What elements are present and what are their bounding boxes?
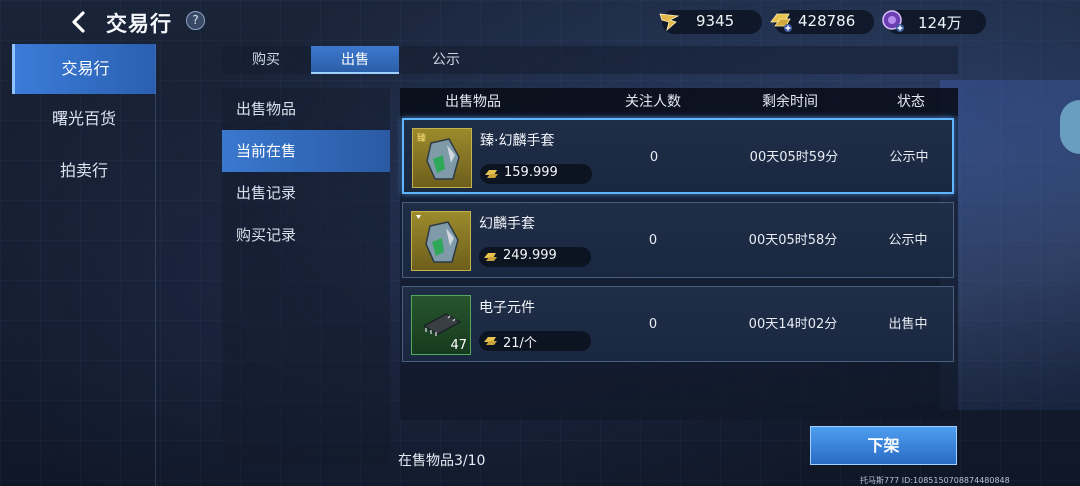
- item-name: 幻麟手套: [479, 216, 535, 232]
- status-text: 公示中: [889, 150, 929, 165]
- gold-bar-icon: [484, 337, 497, 345]
- currency-gold-bar[interactable]: 428786: [770, 10, 874, 34]
- on-sale-count: 在售物品3/10: [398, 453, 486, 469]
- nav-item-trading-house[interactable]: 交易行: [12, 44, 156, 94]
- quality-badge: 臻: [417, 134, 427, 144]
- tab-sell[interactable]: 出售: [311, 46, 399, 74]
- nav-item-dawn-store[interactable]: 曙光百货: [12, 94, 156, 144]
- submenu-on-sale[interactable]: 当前在售: [222, 130, 390, 172]
- item-thumbnail: 47: [411, 295, 471, 355]
- tab-buy[interactable]: 购买: [222, 46, 310, 74]
- item-name: 臻·幻麟手套: [480, 133, 555, 149]
- item-price: 21/个: [503, 336, 537, 351]
- currency-value: 124万: [918, 14, 962, 32]
- gold-bar-icon: [484, 253, 497, 261]
- top-bar: 交易行 ? 9345 428786 124万: [0, 0, 1080, 44]
- item-thumbnail: [411, 211, 471, 271]
- back-arrow-icon[interactable]: [68, 10, 92, 34]
- column-header: 出售物品: [445, 94, 501, 110]
- unlist-button[interactable]: 下架: [810, 426, 957, 465]
- watcher-count: 0: [648, 233, 658, 248]
- status-text: 出售中: [888, 317, 928, 332]
- sell-submenu: 出售物品 当前在售 出售记录 购买记录: [222, 88, 390, 464]
- left-nav: 交易行 曙光百货 拍卖行: [12, 44, 156, 486]
- purple-gem-add-icon: [882, 10, 904, 32]
- column-header: 剩余时间: [762, 94, 818, 110]
- currency-purple-gem[interactable]: 124万: [882, 10, 986, 34]
- gold-bar-icon: [485, 170, 498, 178]
- tab-bar: 购买 出售 公示: [222, 46, 958, 74]
- table-row[interactable]: 幻麟手套 249.999 0 00天05时58分 公示中: [402, 202, 954, 278]
- watcher-count: 0: [649, 150, 659, 165]
- item-name: 电子元件: [479, 300, 535, 316]
- item-price: 159.999: [504, 165, 558, 180]
- time-left: 00天05时59分: [749, 150, 839, 165]
- column-header: 关注人数: [625, 94, 681, 110]
- submenu-purchase-history[interactable]: 购买记录: [222, 214, 390, 256]
- tab-public[interactable]: 公示: [402, 46, 490, 74]
- table-row[interactable]: 臻 臻·幻麟手套 159.999 0 00天05时59分 公示中: [402, 118, 954, 194]
- page-title: 交易行: [106, 12, 172, 36]
- item-price: 249.999: [503, 248, 557, 263]
- submenu-sell-items[interactable]: 出售物品: [222, 88, 390, 130]
- gauntlet-icon: [416, 215, 459, 263]
- help-icon[interactable]: ?: [186, 11, 205, 30]
- on-sale-table: 臻 臻·幻麟手套 159.999 0 00天05时59分 公示中 幻麟手套 24…: [400, 116, 958, 420]
- item-thumbnail: 臻: [412, 128, 472, 188]
- background-art: [940, 80, 1080, 410]
- watcher-count: 0: [648, 317, 658, 332]
- currency-value: 428786: [798, 12, 856, 30]
- status-text: 公示中: [888, 233, 928, 248]
- time-left: 00天14时02分: [748, 317, 838, 332]
- gold-bar-add-icon: [770, 13, 792, 32]
- nav-divider: [155, 44, 156, 486]
- table-header: 出售物品 关注人数 剩余时间 状态: [400, 88, 958, 116]
- currency-wing-token[interactable]: 9345: [659, 10, 762, 34]
- table-row[interactable]: 47 电子元件 21/个 0 00天14时02分 出售中: [402, 286, 954, 362]
- time-left: 00天05时58分: [748, 233, 838, 248]
- stack-count: 47: [450, 338, 467, 353]
- column-header: 状态: [897, 94, 925, 110]
- currency-value: 9345: [696, 12, 735, 30]
- player-id: 托马斯777 ID:1085150708874480848: [860, 476, 1010, 485]
- nav-item-auction[interactable]: 拍卖行: [12, 146, 156, 196]
- submenu-sale-history[interactable]: 出售记录: [222, 172, 390, 214]
- side-handle[interactable]: [1060, 100, 1080, 154]
- wing-token-icon: [659, 13, 680, 32]
